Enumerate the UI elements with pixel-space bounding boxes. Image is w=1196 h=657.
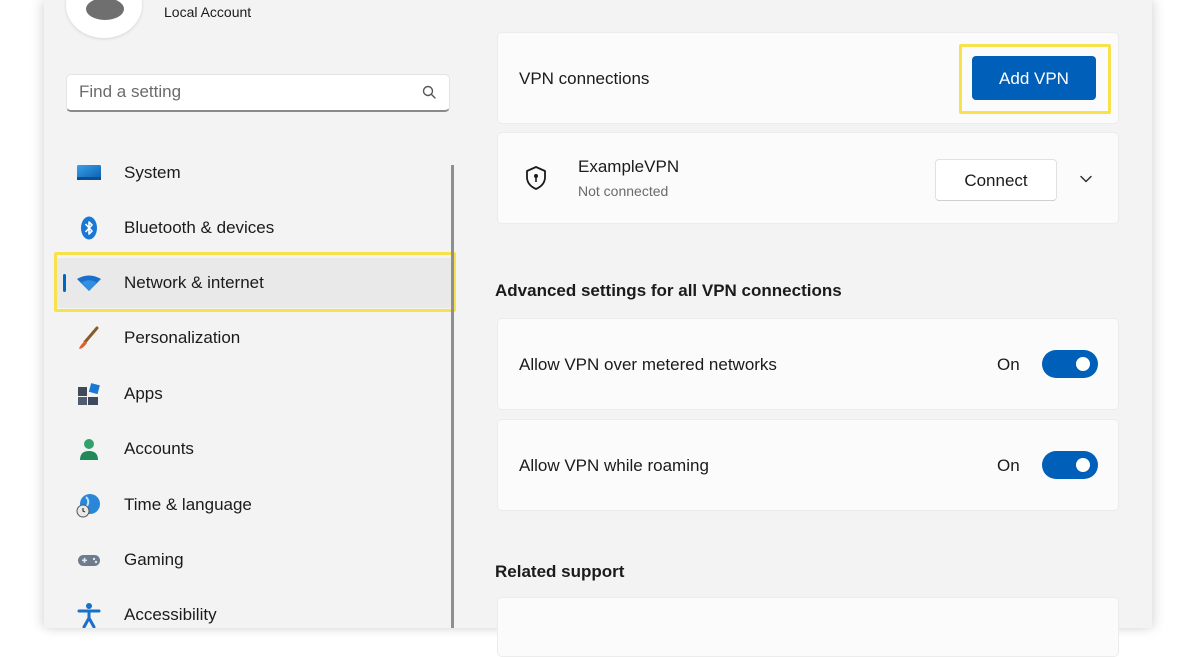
sidebar-item-label: Personalization <box>124 328 241 347</box>
toggle-knob <box>1076 458 1090 472</box>
settings-window: Local Account System Bluetooth & devices <box>44 0 1152 657</box>
vpn-name: ExampleVPN <box>578 157 680 176</box>
account-type-label: Local Account <box>164 4 252 20</box>
brush-icon <box>79 326 99 349</box>
sidebar-item-accounts[interactable]: Accounts <box>54 424 454 474</box>
sidebar-item-bluetooth[interactable]: Bluetooth & devices <box>54 203 454 253</box>
vpn-connections-card: VPN connections Add VPN <box>497 32 1119 124</box>
toggle-state-label: On <box>997 355 1020 374</box>
toggle-knob <box>1076 357 1090 371</box>
avatar-image <box>86 0 124 20</box>
toggle-state-label: On <box>997 456 1020 475</box>
person-icon <box>80 439 98 460</box>
gamepad-icon <box>78 555 100 566</box>
search-box[interactable] <box>66 74 450 112</box>
avatar[interactable] <box>66 0 142 38</box>
setting-row-roaming: Allow VPN while roaming On <box>497 419 1119 511</box>
sidebar-item-system[interactable]: System <box>54 148 454 198</box>
accessibility-icon <box>77 603 101 628</box>
search-icon[interactable] <box>421 84 437 100</box>
sidebar-item-label: Time & language <box>124 495 252 514</box>
search-input[interactable] <box>67 75 397 109</box>
vpn-item-card[interactable]: ExampleVPN Not connected Connect <box>497 132 1119 224</box>
vpn-status: Not connected <box>578 183 669 199</box>
sidebar-item-label: Gaming <box>124 550 184 569</box>
sidebar-item-gaming[interactable]: Gaming <box>54 535 454 585</box>
sidebar-item-accessibility[interactable]: Accessibility <box>54 590 454 640</box>
setting-row-metered: Allow VPN over metered networks On <box>497 318 1119 410</box>
sidebar-item-label: Accounts <box>124 439 194 458</box>
setting-label: Allow VPN over metered networks <box>519 355 777 374</box>
sidebar-item-label: Accessibility <box>124 605 217 624</box>
connect-button[interactable]: Connect <box>935 159 1057 201</box>
system-icon <box>77 165 101 180</box>
related-support-card[interactable] <box>497 597 1119 657</box>
sidebar-item-label: System <box>124 163 181 182</box>
advanced-settings-heading: Advanced settings for all VPN connection… <box>495 281 842 300</box>
setting-label: Allow VPN while roaming <box>519 456 709 475</box>
roaming-toggle[interactable] <box>1042 451 1098 479</box>
sidebar-item-apps[interactable]: Apps <box>54 369 454 419</box>
bluetooth-icon <box>81 216 97 240</box>
highlight-network-item <box>54 252 456 312</box>
metered-toggle[interactable] <box>1042 350 1098 378</box>
sidebar-item-label: Bluetooth & devices <box>124 218 275 237</box>
chevron-down-icon[interactable] <box>1078 171 1094 187</box>
sidebar-item-time-language[interactable]: Time & language <box>54 480 454 530</box>
apps-icon <box>78 383 100 405</box>
sidebar-scrollbar[interactable] <box>451 165 454 628</box>
vpn-connections-label: VPN connections <box>519 69 650 88</box>
sidebar-item-personalization[interactable]: Personalization <box>54 313 454 363</box>
add-vpn-button[interactable]: Add VPN <box>972 56 1096 100</box>
shield-icon <box>526 166 546 190</box>
globe-clock-icon <box>76 494 100 518</box>
sidebar-item-label: Apps <box>124 384 163 403</box>
related-support-heading: Related support <box>495 562 625 581</box>
